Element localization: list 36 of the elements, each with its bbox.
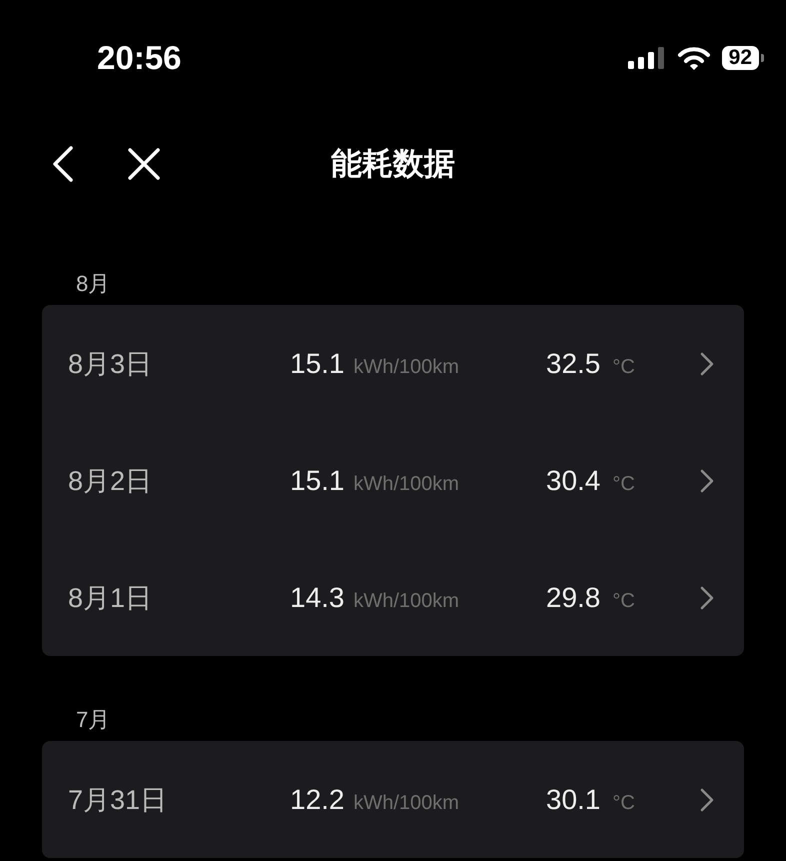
consumption-value: 12.2 (290, 784, 344, 816)
date-label: 7月31日 (68, 784, 168, 816)
consumption-value: 14.3 (290, 582, 344, 614)
day-record-row[interactable]: 7月31日 12.2 kWh/100km 30.1 °C (42, 741, 744, 858)
temperature-unit: °C (612, 590, 635, 612)
close-icon[interactable] (128, 148, 160, 180)
consumption-unit: kWh/100km (354, 590, 460, 612)
temperature-unit: °C (612, 356, 635, 378)
consumption-unit: kWh/100km (354, 792, 460, 814)
temperature-value: 30.1 (546, 784, 600, 816)
clock-time: 20:56 (97, 38, 182, 78)
consumption-unit: kWh/100km (354, 472, 460, 496)
consumption-unit: kWh/100km (354, 356, 460, 378)
page-title: 能耗数据 (331, 145, 455, 183)
temperature-unit: °C (612, 792, 635, 814)
consumption-value: 15.1 (290, 348, 344, 380)
back-icon[interactable] (52, 146, 74, 182)
month-heading: 8月 (75, 270, 112, 293)
chevron-icon (700, 586, 714, 610)
month-heading: 7月 (75, 706, 112, 729)
date-label: 8月3日 (68, 348, 154, 380)
date-label: 8月2日 (68, 464, 154, 498)
chevron-icon (700, 352, 714, 376)
wifi-icon (678, 46, 710, 70)
temperature-value: 32.5 (546, 348, 600, 380)
day-record-row[interactable]: 8月1日 14.3 kWh/100km 29.8 °C (42, 539, 744, 656)
temperature-value: 29.8 (546, 582, 600, 614)
consumption-value: 15.1 (290, 464, 344, 496)
day-record-row[interactable]: 8月2日 15.1 kWh/100km 30.4 °C (42, 422, 744, 539)
temperature-unit: °C (612, 472, 635, 496)
signal-icon (628, 47, 666, 69)
day-record-row[interactable]: 8月3日 15.1 kWh/100km 32.5 °C (42, 305, 744, 422)
chevron-icon (700, 788, 714, 812)
chevron-icon (700, 468, 714, 492)
date-label: 8月1日 (68, 582, 154, 614)
temperature-value: 30.4 (546, 464, 600, 496)
